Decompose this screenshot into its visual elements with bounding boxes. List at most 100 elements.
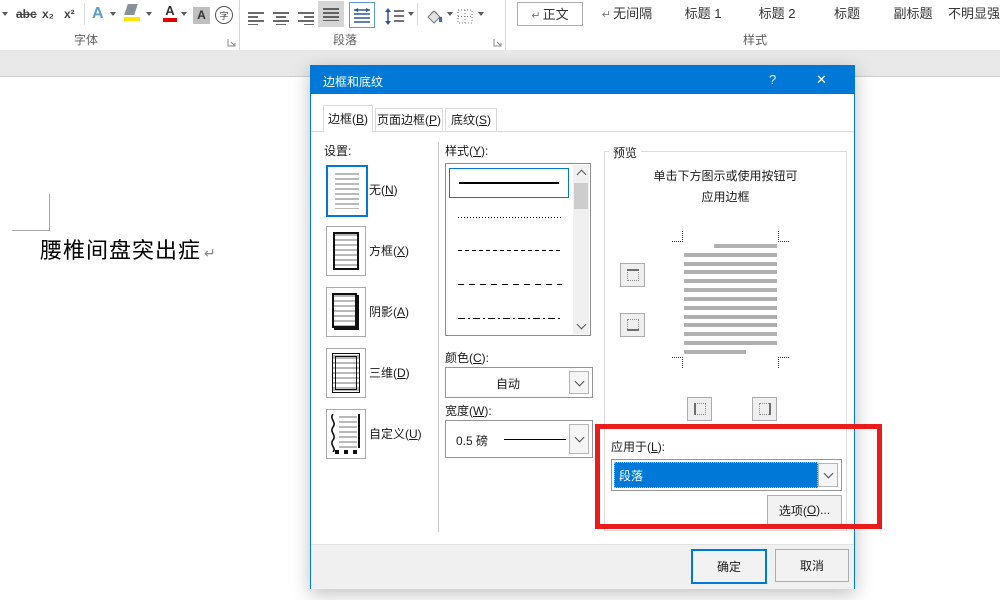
- close-button[interactable]: ✕: [816, 72, 827, 88]
- borders-icon[interactable]: [457, 5, 473, 27]
- subscript-icon[interactable]: x₂: [42, 3, 54, 25]
- style-option-dash-dot[interactable]: [458, 318, 562, 319]
- distributed-icon[interactable]: [349, 2, 375, 28]
- word-window: abc x₂ x² A A A 字 ↵ 正文 ↵ 无间隔 标题 1 标题 2 标…: [0, 0, 1000, 600]
- mini-doc: [332, 293, 357, 328]
- line-spacing-icon[interactable]: [385, 5, 405, 27]
- setting-none-label[interactable]: 无(N): [369, 181, 398, 198]
- cancel-button[interactable]: 取消: [775, 549, 849, 582]
- left-border-icon: [693, 403, 706, 415]
- style-gallery-item-heading1[interactable]: 标题 1: [668, 2, 738, 26]
- setting-3d-thumbnail[interactable]: [326, 348, 366, 398]
- scroll-thumb[interactable]: [574, 183, 588, 209]
- color-value: 自动: [495, 377, 520, 391]
- bottom-border-button[interactable]: [620, 313, 645, 337]
- width-dropdown-arrow[interactable]: [569, 424, 589, 454]
- mini-doc: [339, 416, 357, 448]
- margin-corner-mark: [12, 230, 50, 231]
- paragraph-group-label: 段落: [332, 33, 357, 47]
- style-option-dashed-small[interactable]: [458, 250, 562, 251]
- style-option-solid[interactable]: [449, 168, 569, 198]
- color-combobox[interactable]: 自动: [445, 367, 593, 398]
- width-combobox[interactable]: 0.5 磅: [445, 420, 593, 458]
- style-gallery-item-subtitle[interactable]: 副标题: [882, 2, 944, 26]
- mini-doc: [335, 173, 359, 209]
- character-shading-icon[interactable]: A: [193, 4, 210, 26]
- highlight-color-caret[interactable]: [146, 3, 152, 25]
- ribbon: abc x₂ x² A A A 字 ↵ 正文 ↵ 无间隔 标题 1 标题 2 标…: [0, 0, 1000, 50]
- style-gallery-item-heading2[interactable]: 标题 2: [742, 2, 812, 26]
- ok-button[interactable]: 确定: [691, 549, 767, 584]
- tab-page-border[interactable]: 页面边框(P): [375, 108, 443, 132]
- font-color-icon[interactable]: A: [163, 1, 177, 23]
- highlight-color-icon[interactable]: [124, 2, 142, 24]
- setting-custom-thumbnail[interactable]: [326, 409, 366, 459]
- style-gallery-item-normal[interactable]: ↵ 正文: [517, 2, 583, 26]
- settings-label: 设置:: [324, 144, 352, 158]
- shading-caret[interactable]: [447, 3, 453, 25]
- scroll-down-arrow[interactable]: [573, 318, 589, 334]
- enclose-characters-icon[interactable]: 字: [215, 4, 233, 26]
- styles-group-label: 样式: [742, 33, 767, 47]
- setting-none-thumbnail[interactable]: [326, 165, 368, 217]
- scroll-up-arrow[interactable]: [573, 165, 589, 181]
- dialog-titlebar: 边框和底纹 ? ✕: [311, 66, 854, 94]
- top-border-icon: [626, 269, 639, 281]
- tab-shading[interactable]: 底纹(S): [445, 108, 497, 132]
- align-center-icon[interactable]: [273, 7, 290, 29]
- font-dialog-launcher-icon[interactable]: [227, 37, 237, 51]
- right-border-icon: [758, 403, 771, 415]
- right-border-button[interactable]: [752, 397, 777, 421]
- paragraph-mark: ↵: [204, 247, 217, 262]
- justify-icon[interactable]: [318, 1, 344, 27]
- style-option-dashed-large[interactable]: [458, 284, 562, 285]
- superscript-icon[interactable]: x²: [64, 3, 75, 25]
- preview-corner-mark: [778, 231, 789, 242]
- shading-bucket-icon[interactable]: [424, 5, 444, 27]
- borders-caret[interactable]: [478, 3, 484, 25]
- style-gallery-item-title[interactable]: 标题: [816, 2, 878, 26]
- text-effects-caret[interactable]: [110, 3, 116, 25]
- setting-shadow-label[interactable]: 阴影(A): [369, 303, 409, 320]
- width-value: 0.5 磅: [456, 434, 489, 448]
- style-list-scrollbar[interactable]: [573, 165, 589, 334]
- overflow-caret[interactable]: [2, 3, 8, 25]
- preview-corner-mark: [672, 231, 683, 242]
- left-border-button[interactable]: [687, 397, 712, 421]
- preview-instruction: 单击下方图示或使用按钮可 应用边框: [653, 169, 798, 204]
- strikethrough-icon[interactable]: abc: [16, 3, 37, 25]
- dialog-footer: [311, 544, 854, 589]
- style-gallery-item-no-spacing[interactable]: ↵ 无间隔: [589, 2, 665, 26]
- red-annotation-rectangle: [595, 424, 882, 529]
- font-group-label: 字体: [73, 33, 98, 47]
- setting-box-label[interactable]: 方框(X): [369, 242, 409, 259]
- style-listbox[interactable]: [445, 163, 591, 336]
- paragraph-dialog-launcher-icon[interactable]: [493, 37, 503, 51]
- line-spacing-caret[interactable]: [408, 3, 414, 25]
- margin-corner-mark: [49, 194, 50, 231]
- top-border-button[interactable]: [620, 263, 645, 287]
- preview-corner-mark: [778, 357, 789, 368]
- dialog-title: 边框和底纹: [323, 75, 384, 89]
- bottom-border-icon: [626, 319, 639, 331]
- setting-3d-label[interactable]: 三维(D): [369, 364, 410, 381]
- align-right-icon[interactable]: [298, 7, 315, 29]
- color-dropdown-arrow[interactable]: [569, 371, 589, 394]
- column-divider: [438, 142, 439, 532]
- style-list-label: 样式(Y):: [445, 144, 489, 158]
- setting-custom-label[interactable]: 自定义(U): [369, 425, 422, 442]
- setting-shadow-thumbnail[interactable]: [326, 287, 366, 337]
- text-effects-icon[interactable]: A: [92, 3, 104, 25]
- width-line-sample: [504, 439, 566, 440]
- tab-borders[interactable]: 边框(B): [323, 105, 373, 132]
- tab-baseline: [311, 131, 854, 132]
- mini-doc: [332, 353, 360, 393]
- color-label: 颜色(C):: [445, 351, 490, 365]
- preview-text-block[interactable]: [684, 244, 777, 354]
- setting-box-thumbnail[interactable]: [326, 226, 366, 276]
- align-left-icon[interactable]: [248, 7, 265, 29]
- style-option-dotted[interactable]: [458, 217, 562, 218]
- help-button[interactable]: ?: [769, 72, 776, 87]
- style-gallery-item-subtle-emphasis[interactable]: 不明显强: [948, 2, 1000, 26]
- font-color-caret[interactable]: [181, 3, 187, 25]
